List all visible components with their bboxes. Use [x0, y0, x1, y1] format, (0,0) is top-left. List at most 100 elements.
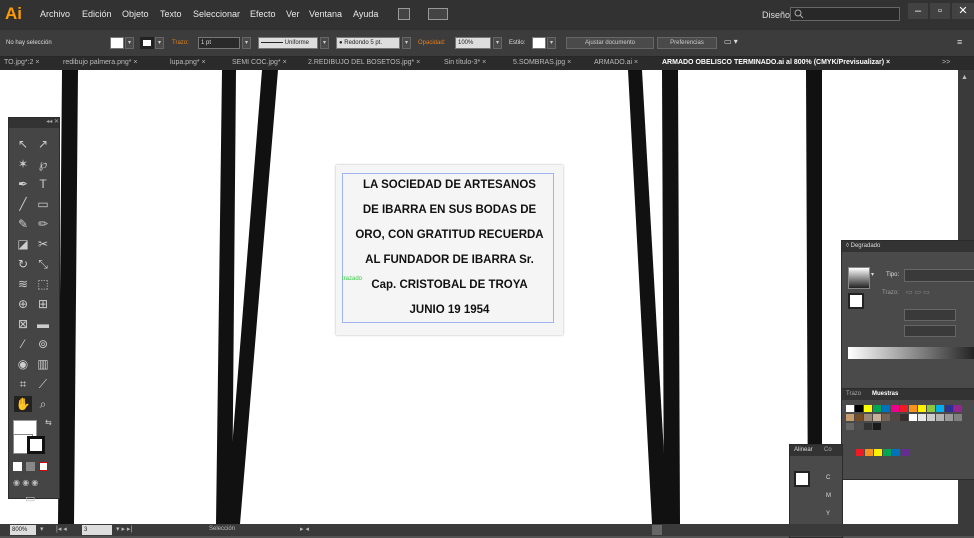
color-swatch[interactable] — [873, 414, 881, 421]
minimize-button[interactable]: – — [908, 3, 928, 19]
menu-ayuda[interactable]: Ayuda — [353, 9, 378, 19]
color-group-swatch[interactable] — [874, 449, 882, 456]
color-swatch[interactable] — [900, 405, 908, 412]
tab-stroke[interactable]: Trazo — [846, 391, 861, 397]
gradient-ratio-field[interactable] — [904, 325, 956, 337]
tab-document[interactable]: redibujo palmera.png* × — [63, 59, 138, 66]
brush-dropdown[interactable]: ▾ — [402, 37, 411, 49]
color-swatch[interactable] — [918, 414, 926, 421]
perspective-grid-tool-icon[interactable]: ⊞ — [34, 296, 52, 312]
free-transform-tool-icon[interactable]: ⬚ — [34, 276, 52, 292]
magic-wand-tool-icon[interactable]: ✶ — [14, 156, 32, 172]
scale-tool-icon[interactable]: ⤡ — [34, 256, 52, 272]
horizontal-scroll-thumb[interactable] — [652, 525, 662, 535]
color-swatch[interactable] — [945, 414, 953, 421]
selection-tool-icon[interactable]: ↖ — [14, 136, 32, 152]
menu-texto[interactable]: Texto — [160, 9, 182, 19]
menu-efecto[interactable]: Efecto — [250, 9, 276, 19]
menu-ventana[interactable]: Ventana — [309, 9, 342, 19]
color-mode-icon[interactable] — [13, 462, 22, 471]
color-swatch[interactable] — [882, 405, 890, 412]
chevron-down-icon[interactable]: ▾ — [40, 525, 44, 533]
preferences-button[interactable]: Preferencias — [657, 37, 717, 49]
gradient-tool-icon[interactable]: ▬ — [34, 316, 52, 332]
zoom-tool-icon[interactable]: ⌕ — [34, 396, 52, 412]
rectangle-tool-icon[interactable]: ▭ — [34, 196, 52, 212]
rotate-tool-icon[interactable]: ↻ — [14, 256, 32, 272]
menu-edicion[interactable]: Edición — [82, 9, 112, 19]
first-artboard-icon[interactable]: |◂ ◂ — [56, 525, 67, 533]
width-tool-icon[interactable]: ≋ — [14, 276, 32, 292]
color-swatch[interactable] — [873, 423, 881, 430]
tab-document-active[interactable]: ARMADO OBELISCO TERMINADO.ai al 800% (CM… — [662, 59, 890, 66]
color-group-swatch[interactable] — [892, 449, 900, 456]
stroke-profile-select[interactable]: Uniforme — [258, 37, 318, 49]
color-swatch[interactable] — [954, 405, 962, 412]
mesh-tool-icon[interactable]: ⊠ — [14, 316, 32, 332]
bridge-button[interactable] — [398, 8, 410, 20]
status-scroll-icon[interactable]: ▸ ◂ — [300, 525, 309, 533]
stroke-profile-dropdown[interactable]: ▾ — [320, 37, 329, 49]
color-swatch[interactable] — [855, 423, 863, 430]
gradient-type-select[interactable] — [904, 269, 974, 282]
maximize-button[interactable]: ▫ — [930, 3, 950, 19]
stroke-color-box-front[interactable] — [27, 436, 45, 454]
menu-seleccionar[interactable]: Seleccionar — [193, 9, 240, 19]
swap-colors-icon[interactable]: ⇆ — [45, 418, 52, 427]
align-fill-stroke-icon[interactable] — [794, 471, 810, 487]
direct-selection-tool-icon[interactable]: ↗ — [34, 136, 52, 152]
menu-objeto[interactable]: Objeto — [122, 9, 149, 19]
color-swatch[interactable] — [927, 405, 935, 412]
opacity-dropdown[interactable]: ▾ — [493, 37, 502, 49]
menu-ver[interactable]: Ver — [286, 9, 300, 19]
color-group-swatch[interactable] — [865, 449, 873, 456]
tab-document[interactable]: SEMI COC.jpg* × — [232, 59, 287, 66]
artboard-tool-icon[interactable]: ⌗ — [14, 376, 32, 392]
color-swatch[interactable] — [900, 414, 908, 421]
color-swatch[interactable] — [909, 405, 917, 412]
gradient-mode-icon[interactable] — [26, 462, 35, 471]
color-swatch[interactable] — [873, 405, 881, 412]
color-swatch[interactable] — [882, 414, 890, 421]
color-swatch[interactable] — [909, 414, 917, 421]
tab-color[interactable]: Co — [824, 447, 832, 453]
color-swatch[interactable] — [846, 405, 854, 412]
slice-tool-icon[interactable]: ⟋ — [34, 376, 52, 392]
tab-document[interactable]: ARMADO.ai × — [594, 59, 638, 66]
lasso-tool-icon[interactable]: ℘ — [34, 156, 52, 172]
paintbrush-tool-icon[interactable]: ✎ — [14, 216, 32, 232]
color-swatch[interactable] — [846, 423, 854, 430]
draw-mode-icon[interactable]: ◉ ◉ ◉ — [13, 478, 38, 487]
color-swatch[interactable] — [945, 405, 953, 412]
opacity-field[interactable]: 100% — [455, 37, 491, 49]
none-mode-icon[interactable] — [39, 462, 48, 471]
tabs-overflow-button[interactable]: >> — [942, 59, 950, 66]
color-swatch[interactable] — [918, 405, 926, 412]
tools-panel-header[interactable]: ◂◂ ✕ — [9, 118, 59, 128]
gradient-stroke-options[interactable]: ▭ ▭ ▭ — [906, 288, 956, 298]
panel-menu-icon[interactable]: ≡ — [957, 37, 962, 47]
gradient-angle-field[interactable] — [904, 309, 956, 321]
color-group-swatch[interactable] — [856, 449, 864, 456]
color-swatch[interactable] — [855, 405, 863, 412]
hand-tool-icon[interactable]: ✋ — [14, 396, 32, 412]
style-dropdown[interactable]: ▾ — [547, 37, 556, 49]
gradient-panel-title[interactable]: ◊ Degradado — [842, 241, 974, 252]
help-search-input[interactable] — [790, 7, 900, 21]
color-swatch[interactable] — [864, 423, 872, 430]
style-swatch[interactable] — [532, 37, 546, 49]
line-tool-icon[interactable]: ╱ — [14, 196, 32, 212]
artboard-number-field[interactable]: 3 — [82, 525, 112, 535]
brush-select[interactable]: ● Redondo 5 pt. — [336, 37, 400, 49]
tab-document[interactable]: Sin título-3* × — [444, 59, 486, 66]
color-swatch[interactable] — [864, 414, 872, 421]
plaque-text-frame[interactable]: LA SOCIEDAD DE ARTESANOS DE IBARRA EN SU… — [336, 165, 563, 335]
gradient-slider[interactable] — [848, 347, 974, 359]
color-swatch[interactable] — [936, 414, 944, 421]
tab-document[interactable]: 5.SOMBRAS.jpg × — [513, 59, 571, 66]
arrange-icon[interactable]: ▭ ▾ — [724, 37, 738, 46]
color-group-swatch[interactable] — [883, 449, 891, 456]
stroke-swatch[interactable] — [140, 37, 154, 49]
next-artboard-icon[interactable]: ▾ ▸ ▸| — [116, 525, 132, 533]
fill-swatch[interactable] — [110, 37, 124, 49]
